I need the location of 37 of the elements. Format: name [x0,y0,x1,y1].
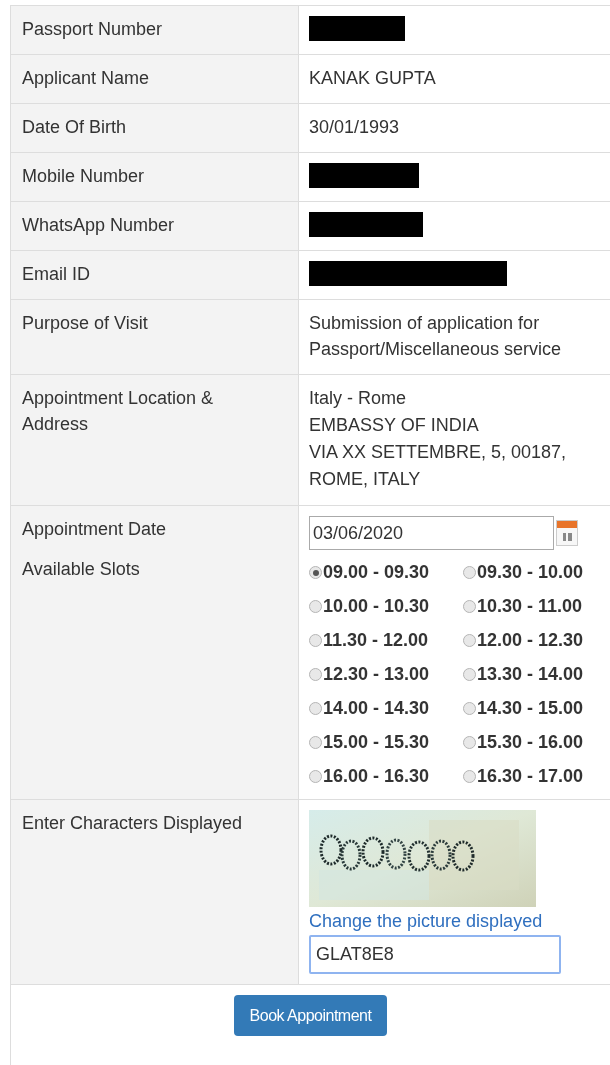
address-line: ROME, ITALY [309,468,422,491]
slot-radio[interactable]: 09.00 - 09.30 [309,562,463,583]
field-value: KANAK GUPTA [309,67,437,90]
slot-radio[interactable]: 13.30 - 14.00 [463,664,610,685]
field-label: Appointment Date [22,519,167,539]
date-field[interactable]: 03/06/2020 [309,516,554,550]
field-label: Appointment Location & Address [22,387,215,436]
slot-radio[interactable]: 16.00 - 16.30 [309,766,463,787]
slot-radio[interactable]: 11.30 - 12.00 [309,630,463,651]
calendar-icon[interactable] [556,520,578,546]
field-label: Passport Number [22,18,164,41]
slot-radio[interactable]: 12.00 - 12.30 [463,630,610,651]
slot-radio[interactable]: 09.30 - 10.00 [463,562,610,583]
field-label: Available Slots [22,559,140,579]
field-label: Purpose of Visit [22,312,149,335]
address-line: Italy - Rome [309,387,408,410]
slot-radio[interactable]: 12.30 - 13.00 [309,664,463,685]
field-value: 30/01/1993 [309,116,401,139]
field-label: Enter Characters Displayed [22,813,243,833]
slot-radio[interactable]: 14.00 - 14.30 [309,698,463,719]
field-value: Submission of application for Passport/Miscellaneous service [309,312,563,361]
change-picture-link[interactable]: Change the picture displayed [309,908,543,935]
field-label: Applicant Name [22,67,151,90]
field-label: Email ID [22,263,91,286]
captcha-input[interactable]: GLAT8E8 [309,935,561,974]
slot-radio[interactable]: 10.00 - 10.30 [309,596,463,617]
book-appointment-button[interactable]: Book Appointment [233,995,388,1036]
slot-radio[interactable]: 14.30 - 15.00 [463,698,610,719]
field-label: Date Of Birth [22,116,128,139]
field-label: Mobile Number [22,165,146,188]
slot-radio[interactable]: 10.30 - 11.00 [463,596,610,617]
address-line: EMBASSY OF INDIA [309,414,480,437]
field-label: WhatsApp Number [22,214,176,237]
slot-radio[interactable]: 16.30 - 17.00 [463,766,610,787]
slot-radio[interactable]: 15.00 - 15.30 [309,732,463,753]
address-line: VIA XX SETTEMBRE, 5, 00187, [309,441,568,464]
slot-radio[interactable]: 15.30 - 16.00 [463,732,610,753]
